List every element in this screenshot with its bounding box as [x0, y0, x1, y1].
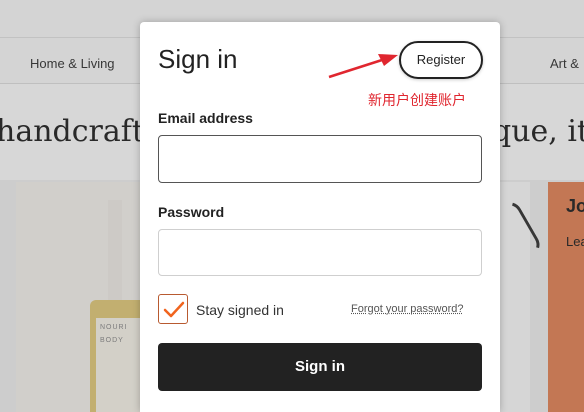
checkmark-icon [163, 301, 185, 318]
annotation-text: 新用户创建账户 [368, 92, 466, 108]
modal-title: Sign in [158, 44, 238, 74]
password-field[interactable] [158, 229, 482, 276]
arrow-icon [328, 54, 398, 79]
sign-in-modal: Sign in Register Email address Password … [140, 22, 500, 412]
email-label: Email address [158, 110, 253, 126]
email-field[interactable] [158, 135, 482, 183]
forgot-password-link[interactable]: Forgot your password? [351, 303, 464, 315]
password-label: Password [158, 204, 225, 220]
stay-signed-in-checkbox[interactable] [158, 294, 188, 324]
sign-in-button[interactable]: Sign in [158, 343, 482, 391]
register-button[interactable]: Register [399, 41, 483, 79]
stay-signed-in-label: Stay signed in [196, 302, 284, 318]
